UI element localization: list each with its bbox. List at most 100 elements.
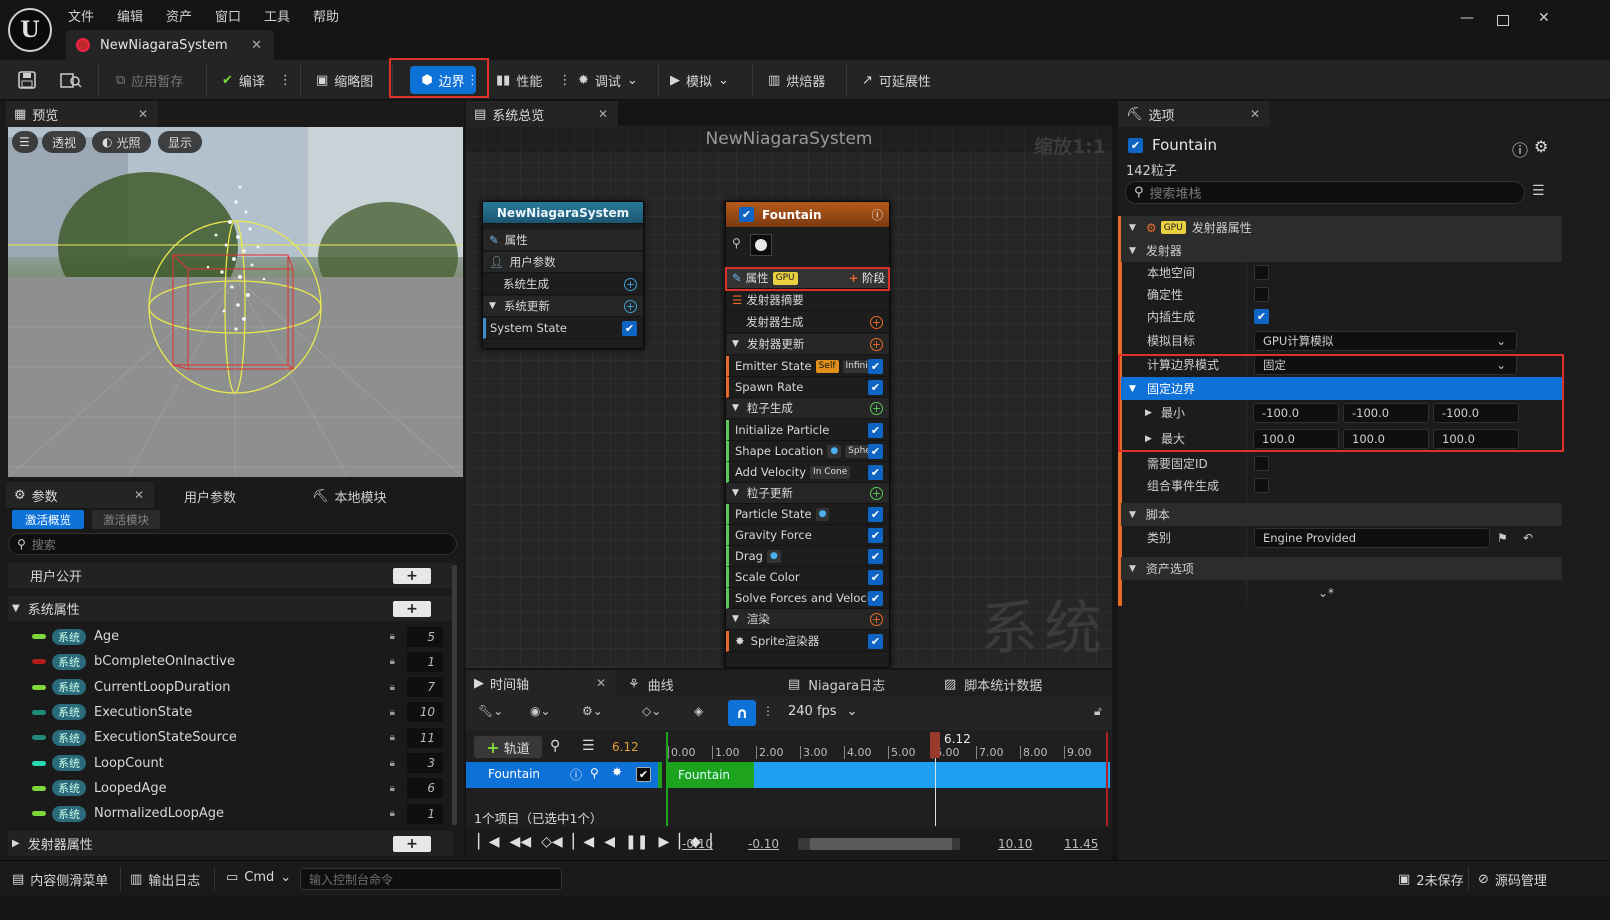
add-module-icon[interactable]: + [870, 337, 883, 351]
tab-timeline[interactable]: ▶ 时间轴 ✕ [466, 670, 616, 696]
tab-system-overview[interactable]: ▤ 系统总览 ✕ [466, 101, 618, 127]
system-overview-graph[interactable]: NewNiagaraSystem 缩放1:1 系统 NewNiagaraSyst… [466, 126, 1112, 668]
add-user-param-icon[interactable]: + [393, 567, 431, 584]
close-tab-icon[interactable]: ✕ [251, 38, 262, 53]
param-value[interactable]: 1 [407, 651, 443, 672]
lock-icon[interactable]: 🔒︎ [390, 656, 395, 667]
category-input[interactable]: Engine Provided [1254, 527, 1490, 548]
drag-row[interactable]: Drag ● ✔ [726, 546, 889, 567]
tab-niagara-log[interactable]: ▤ Niagara日志 [788, 675, 885, 694]
enable-checkbox[interactable]: ✔ [622, 320, 637, 336]
params-scrollbar[interactable] [452, 565, 457, 825]
enable-checkbox[interactable]: ✔ [868, 443, 883, 459]
start-marker[interactable] [666, 732, 668, 826]
scalability-button[interactable]: ↗ 可延展性 [862, 66, 931, 94]
emitter-enable-checkbox[interactable]: ✔ [1128, 138, 1143, 153]
more-options-icon[interactable]: ⋮ [762, 704, 774, 718]
close-icon[interactable]: ✕ [138, 107, 148, 121]
output-log-button[interactable]: ▥ 输出日志 [130, 870, 200, 889]
add-track-button[interactable]: + 轨道 [474, 736, 542, 758]
fps-dropdown[interactable]: 240 fps ⌄ [788, 704, 857, 719]
enable-checkbox[interactable]: ✔ [868, 379, 883, 395]
tab-script-stats[interactable]: ▨ 脚本统计数据 [944, 675, 1042, 694]
source-control-button[interactable]: ⊘ 源码管理 [1478, 870, 1547, 889]
tab-preview[interactable]: ▦ 预览 ✕ [6, 101, 158, 127]
system-properties-row[interactable]: ✎ 属性 [483, 230, 643, 251]
param-value[interactable]: 1 [407, 803, 443, 824]
viewport-menu-icon[interactable]: ☰ [12, 131, 38, 153]
system-node[interactable]: NewNiagaraSystem ✎ 属性 👤︎ 用户参数 系统生成 + ▼ 系统更新 +… [482, 201, 644, 349]
add-module-icon[interactable]: + [624, 299, 637, 313]
close-window-icon[interactable]: ✕ [1538, 10, 1550, 26]
simulate-button[interactable]: ▶ 模拟 ⌄ [670, 66, 729, 94]
step-back-icon[interactable]: ◀◀ [510, 834, 532, 850]
info-icon[interactable]: ⓘ [570, 766, 582, 783]
prev-key-icon[interactable]: ◇◀ [541, 834, 563, 850]
menu-edit[interactable]: 编辑 [117, 6, 143, 25]
unreal-logo-icon[interactable]: U [8, 8, 52, 52]
more-options-icon[interactable]: ⋮ [279, 73, 292, 88]
cmd-dropdown[interactable]: ▭ Cmd ⌄ [226, 870, 291, 885]
emitter-update-row[interactable]: ▼ 发射器更新 + [726, 334, 889, 355]
emitter-properties-section[interactable]: ▼ ⚙ GPU 发射器属性 [1121, 216, 1562, 239]
enable-checkbox[interactable]: ✔ [868, 590, 883, 606]
param-value[interactable]: 11 [407, 727, 443, 748]
emitter-enable-checkbox[interactable]: ✔ [739, 207, 754, 222]
tab-local-modules[interactable]: ⛏ 本地模块 [312, 487, 387, 506]
user-params-row[interactable]: 👤︎ 用户参数 [483, 252, 643, 273]
param-row[interactable]: 系统 ExecutionStateSource 🔒︎ 11 [8, 725, 453, 750]
time-ruler[interactable]: 0.00 1.00 2.00 3.00 4.00 5.00 6.00 7.00 8.00 9.00 [666, 730, 1110, 762]
menu-tools[interactable]: 工具 [264, 6, 290, 25]
emitter-state-row[interactable]: Emitter State Self Infinite ✔ [726, 356, 889, 377]
lock-icon[interactable]: 🔒︎ [390, 682, 395, 693]
shape-location-row[interactable]: Shape Location ● Sphere ✔ [726, 441, 889, 462]
system-attributes-header[interactable]: ▼ 系统属性 + [8, 596, 453, 621]
tab-selection[interactable]: ⛏ 选项 ✕ [1118, 101, 1270, 127]
emitter-attributes-header[interactable]: ▶ 发射器属性 + [8, 831, 453, 856]
view-range-end[interactable]: 11.45 [1064, 837, 1098, 851]
param-row[interactable]: 系统 LoopedAge 🔒︎ 6 [8, 776, 453, 801]
tab-user-params[interactable]: 用户参数 [184, 487, 236, 506]
param-row[interactable]: 系统 ExecutionState 🔒︎ 10 [8, 700, 453, 725]
interpolated-spawn-checkbox[interactable]: ✔ [1254, 309, 1269, 324]
script-category[interactable]: ▼ 脚本 [1121, 503, 1562, 526]
enable-checkbox[interactable]: ✔ [868, 527, 883, 543]
console-input[interactable]: 输入控制台命令 [300, 868, 562, 890]
keyframe-icon[interactable]: ◇⌄ [642, 704, 661, 718]
emitter-category[interactable]: ▼ 发射器 [1121, 239, 1562, 262]
param-value[interactable]: 10 [407, 702, 443, 723]
system-update-row[interactable]: ▼ 系统更新 + [483, 296, 643, 317]
baker-button[interactable]: ▥ 烘焙器 [768, 66, 825, 94]
user-exposed-header[interactable]: 用户公开 + [8, 563, 453, 588]
requires-fixed-id-checkbox[interactable] [1254, 456, 1269, 471]
param-row[interactable]: 系统 Age 🔒︎ 5 [8, 624, 453, 649]
view-range-start[interactable]: -0.10 [682, 837, 713, 851]
param-value[interactable]: 6 [407, 778, 443, 799]
add-module-icon[interactable]: + [870, 401, 883, 415]
param-value[interactable]: 7 [407, 677, 443, 698]
enable-checkbox[interactable]: ✔ [868, 633, 883, 649]
search-icon[interactable]: ⚲ [550, 738, 560, 754]
close-icon[interactable]: ✕ [134, 488, 144, 502]
preview-viewport[interactable]: ☰ 透视 ◐ 光照 显示 [8, 127, 463, 477]
auto-key-icon[interactable]: ◈ [694, 704, 703, 718]
filter-icon[interactable]: ☰ [582, 738, 595, 754]
filter-icon[interactable]: ☰ [1532, 183, 1545, 199]
enable-checkbox[interactable]: ✔ [868, 422, 883, 438]
range-scroll-thumb[interactable] [810, 838, 952, 850]
menu-file[interactable]: 文件 [68, 6, 94, 25]
perspective-button[interactable]: 透视 [42, 131, 87, 153]
initialize-particle-row[interactable]: Initialize Particle ✔ [726, 420, 889, 441]
range-scrollbar[interactable] [798, 838, 960, 850]
menu-help[interactable]: 帮助 [313, 6, 339, 25]
asset-options-category[interactable]: ▼ 资产选项 [1121, 557, 1562, 580]
particle-state-row[interactable]: Particle State ● ✔ [726, 504, 889, 525]
lock-icon[interactable]: 🔒︎ [390, 758, 395, 769]
add-emitter-param-icon[interactable]: + [393, 835, 431, 852]
enable-checkbox[interactable]: ✔ [868, 358, 883, 374]
lock-icon[interactable]: 🔒︎ [390, 808, 395, 819]
filter-active-modules[interactable]: 激活模块 [92, 510, 160, 529]
maximize-icon[interactable] [1497, 15, 1509, 26]
lock-icon[interactable]: 🔓︎ [1094, 704, 1102, 719]
jump-start-icon[interactable]: ▏◀ [478, 834, 500, 850]
